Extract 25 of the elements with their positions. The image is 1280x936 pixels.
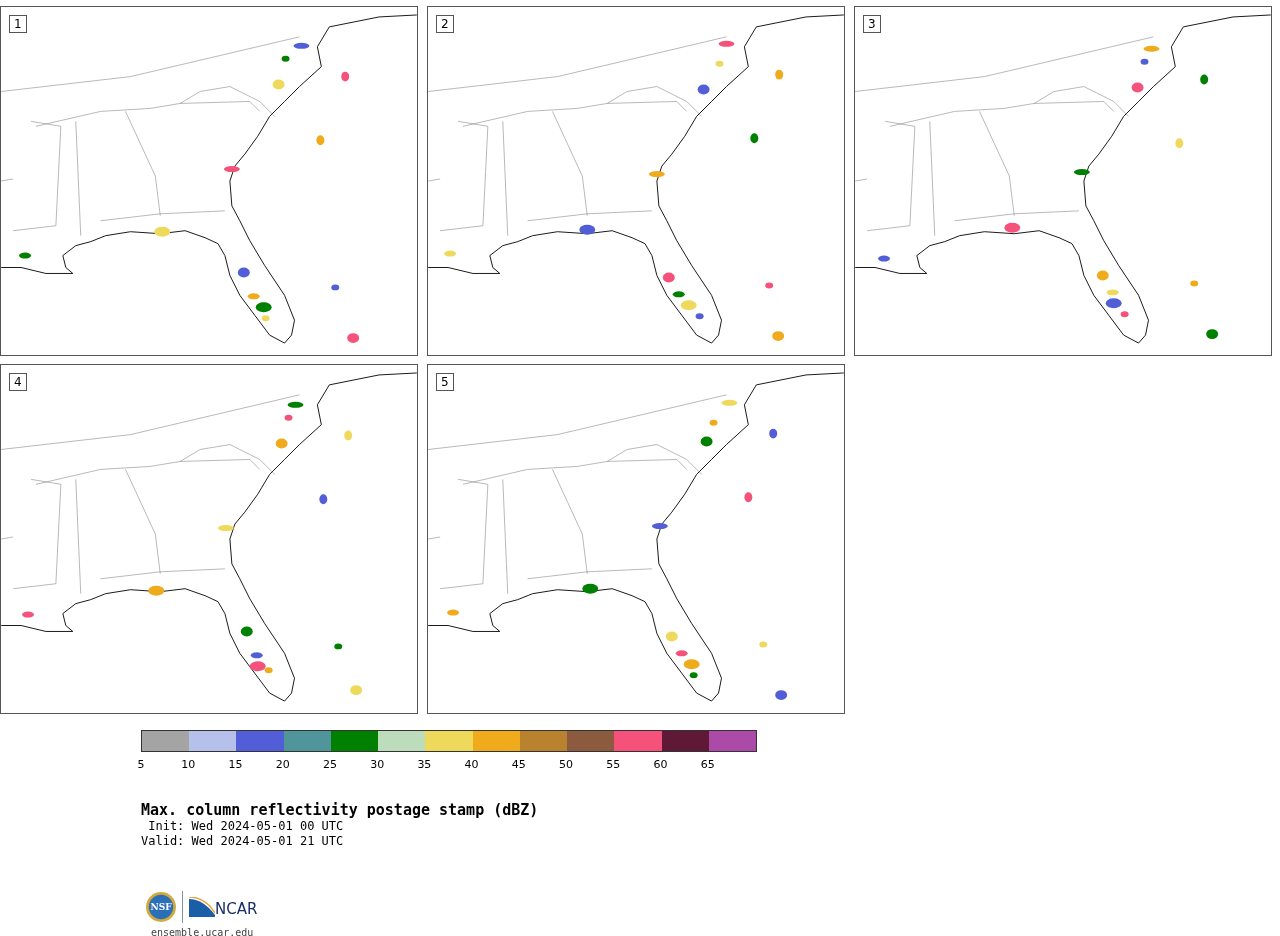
tick-label: 30: [370, 758, 385, 771]
init-time: Init: Wed 2024-05-01 00 UTC: [147, 819, 345, 834]
swoosh-icon: [189, 897, 215, 917]
chart-title: Max. column reflectivity postage stamp (dBZ): [141, 801, 540, 819]
valid-time: Valid: Wed 2024-05-01 21 UTC: [141, 834, 345, 849]
tick-label: 10: [181, 758, 196, 771]
tick-label: 65: [700, 758, 715, 771]
panel-number: 3: [863, 15, 881, 33]
panel-number: 2: [436, 15, 454, 33]
ncar-logo-text: NCAR: [215, 901, 258, 917]
tick-label: 40: [464, 758, 479, 771]
tick-label: 55: [606, 758, 621, 771]
tick-label: 50: [559, 758, 574, 771]
tick-label: 35: [417, 758, 432, 771]
tick-label: 60: [653, 758, 668, 771]
tick-label: 15: [228, 758, 243, 771]
site-address: ensemble.ucar.edu: [151, 927, 255, 936]
nsf-logo: NSF: [146, 892, 176, 922]
panel-number: 1: [9, 15, 27, 33]
tick-label: 45: [511, 758, 526, 771]
tick-label: 5: [137, 758, 145, 771]
panel-number: 5: [436, 373, 454, 391]
tick-label: 25: [322, 758, 337, 771]
panel-number: 4: [9, 373, 27, 391]
tick-label: 20: [275, 758, 290, 771]
